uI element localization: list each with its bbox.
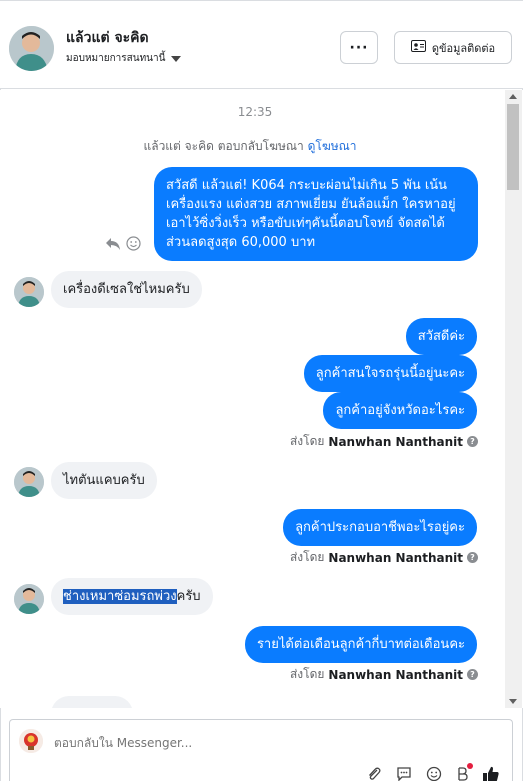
sent-by-prefix: ส่งโดย — [289, 550, 325, 564]
conversation-header: แล้วแต่ จะคิด มอบหมายการสนทนานี้ ··· ดูข… — [0, 0, 523, 89]
composer-toolbar — [366, 763, 500, 781]
contact-avatar-small — [14, 584, 44, 614]
assign-conversation-dropdown[interactable]: มอบหมายการสนทนานี้ — [66, 51, 182, 66]
view-contact-button[interactable]: ดูข้อมูลติดต่อ — [394, 31, 512, 64]
reply-icon[interactable] — [105, 237, 121, 255]
outgoing-message[interactable]: รายได้ต่อเดือนลูกค้ากี่บาทต่อเดือนคะ — [244, 626, 477, 663]
chat-template-icon[interactable] — [396, 766, 412, 781]
outgoing-message[interactable]: สวัสดีค่ะ — [405, 318, 477, 355]
help-icon[interactable]: ? — [467, 669, 478, 680]
help-icon[interactable]: ? — [467, 436, 478, 447]
scroll-up-arrow-icon[interactable] — [509, 94, 517, 99]
react-emoji-icon[interactable] — [126, 236, 141, 255]
outgoing-message[interactable]: ลูกค้าอยู่จังหวัดอะไรคะ — [323, 392, 477, 429]
page-avatar — [19, 729, 43, 753]
emoji-icon[interactable] — [426, 766, 442, 781]
sent-by-prefix: ส่งโดย — [289, 667, 325, 681]
sent-by-label: ส่งโดย Nanwhan Nanthanit ? — [290, 665, 478, 684]
ad-reply-text: แล้วแต่ จะคิด ตอบกลับโฆษณา — [143, 139, 304, 153]
incoming-message[interactable]: ไทตันแคบครับ — [51, 462, 157, 499]
outgoing-message[interactable]: สวัสดี แล้วแต่! K064 กระบะผ่อนไม่เกิน 5 … — [154, 167, 478, 261]
paperclip-icon[interactable] — [366, 766, 382, 781]
sender-name: Nanwhan Nanthanit — [328, 434, 463, 449]
payment-icon[interactable] — [456, 763, 473, 781]
message-tail-text: ครับ — [176, 589, 201, 604]
contact-avatar[interactable] — [9, 26, 54, 71]
sent-by-prefix: ส่งโดย — [289, 434, 325, 448]
thread-scrollbar[interactable] — [505, 90, 522, 708]
more-options-button[interactable]: ··· — [340, 31, 378, 64]
incoming-message[interactable]: เครื่องดีเซลใช่ไหมครับ — [51, 271, 202, 308]
sent-by-label: ส่งโดย Nanwhan Nanthanit ? — [290, 548, 478, 567]
contact-card-icon — [410, 40, 426, 55]
help-icon[interactable]: ? — [467, 552, 478, 563]
sender-name: Nanwhan Nanthanit — [328, 667, 463, 682]
outgoing-message[interactable]: ลูกค้าสนใจรถรุ่นนี้อยู่นะคะ — [303, 355, 477, 392]
outgoing-message[interactable]: ลูกค้าประกอบอาชีพอะไรอยู่คะ — [283, 509, 477, 546]
view-contact-label: ดูข้อมูลติดต่อ — [431, 41, 496, 55]
message-actions — [105, 236, 141, 255]
incoming-message[interactable]: ช่างเหมาซ่อมรถพ่วงครับ — [51, 578, 213, 615]
selected-text[interactable]: ช่างเหมาซ่อมรถพ่วง — [63, 589, 177, 604]
reply-input[interactable] — [54, 736, 354, 750]
message-timestamp: 12:35 — [237, 105, 273, 119]
contact-name[interactable]: แล้วแต่ จะคิด — [66, 27, 149, 49]
sender-name: Nanwhan Nanthanit — [328, 550, 463, 565]
message-composer — [9, 719, 513, 781]
view-ad-link[interactable]: ดูโฆษณา — [308, 139, 357, 153]
notification-dot — [467, 763, 473, 769]
assign-label: มอบหมายการสนทนานี้ — [66, 53, 166, 64]
scroll-down-arrow-icon[interactable] — [509, 699, 517, 704]
scrollbar-thumb[interactable] — [507, 104, 519, 190]
incoming-message[interactable]: 25000 บ. — [51, 696, 133, 708]
sent-by-label: ส่งโดย Nanwhan Nanthanit ? — [290, 432, 478, 451]
contact-avatar-small — [14, 277, 44, 307]
contact-avatar-small — [14, 467, 44, 497]
message-thread[interactable]: 12:35 แล้วแต่ จะคิด ตอบกลับโฆษณา ดูโฆษณา… — [0, 90, 523, 708]
caret-down-icon — [171, 55, 182, 62]
thumbs-up-icon[interactable] — [482, 765, 500, 781]
ad-reply-notice: แล้วแต่ จะคิด ตอบกลับโฆษณา ดูโฆษณา — [0, 137, 500, 156]
